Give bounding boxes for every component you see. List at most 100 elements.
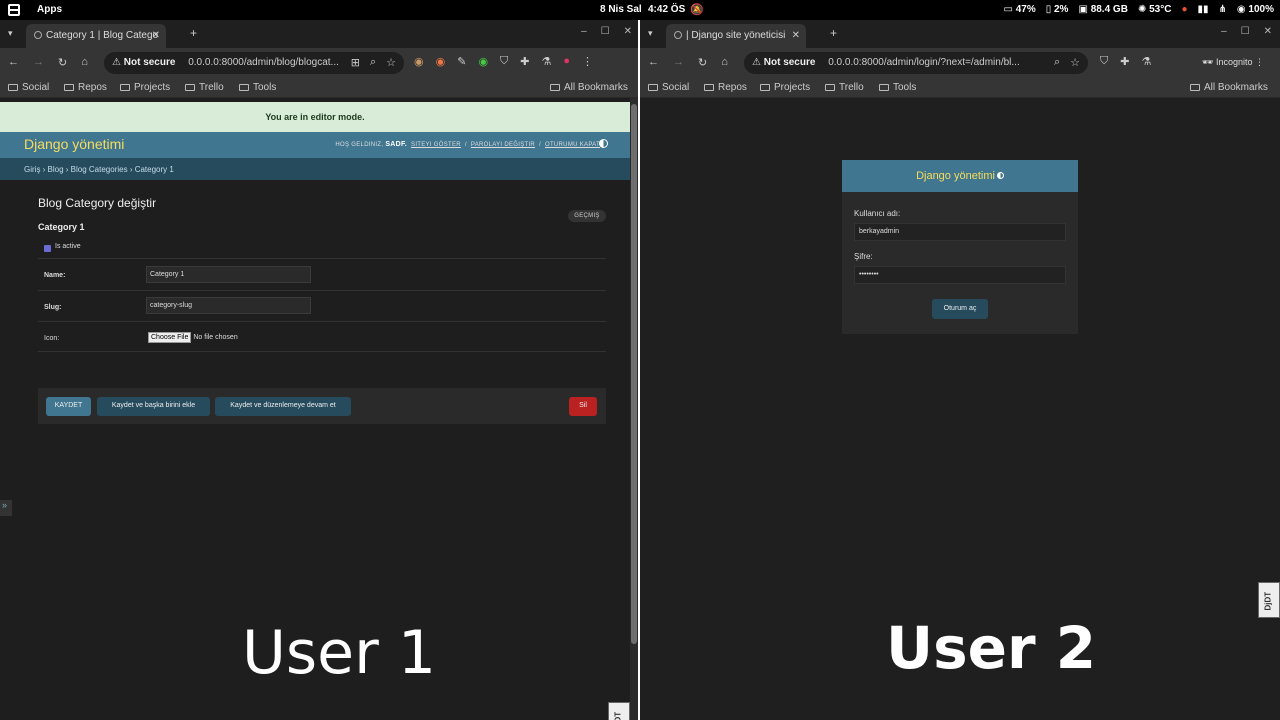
choose-file-button[interactable]: Choose File [148,332,192,343]
scrollbar-thumb[interactable] [631,104,637,644]
editor-mode-banner: You are in editor mode. [0,102,630,132]
bookmark-trello[interactable]: Trello [185,82,224,93]
icon-label: Icon: [44,335,60,342]
pen-icon[interactable]: ✎ [457,55,466,68]
volume-icon[interactable]: ◉ 100% [1237,4,1274,15]
history-button[interactable]: GEÇMIŞ [568,210,606,222]
puzzle-icon[interactable]: ✚ [520,55,529,68]
close-window-icon[interactable]: ✕ [1264,26,1272,37]
delete-button[interactable]: Sil [569,397,597,416]
zoom-icon[interactable]: ⌕ [1054,56,1060,69]
username-input[interactable]: berkayadmin [854,223,1066,241]
minimize-icon[interactable]: – [1221,26,1227,37]
url-text[interactable]: 0.0.0.0:8000/admin/login/?next=/admin/bl… [828,57,1020,68]
folder-icon [64,84,74,91]
lab-flask-icon[interactable]: ⚗ [1141,55,1151,68]
maximize-icon[interactable]: ☐ [1241,26,1250,37]
sidebar-toggle[interactable]: » [0,500,12,516]
url-text[interactable]: 0.0.0.0:8000/admin/blog/blogcat... [188,57,339,68]
bookmark-repos[interactable]: Repos [64,82,107,93]
reload-icon[interactable]: ↻ [58,56,67,69]
extension-2-icon[interactable]: ◉ [436,55,446,68]
signal-icon[interactable]: ▮▮ [1198,4,1209,15]
tab-strip: ▾ Category 1 | Blog Catego ✕ + – ☐ ✕ [0,20,640,48]
logout-link[interactable]: OTURUMU KAPAT [545,142,600,148]
not-secure-label[interactable]: Not secure [764,57,816,68]
microphone-icon[interactable]: ● [1181,4,1187,15]
apps-grid-icon[interactable] [8,4,20,16]
extension-3-icon[interactable]: ◉ [478,55,488,68]
close-window-icon[interactable]: ✕ [624,26,632,37]
bookmark-trello[interactable]: Trello [825,82,864,93]
profile-avatar-icon[interactable]: ● [563,55,570,68]
close-tab-icon[interactable]: ✕ [152,30,160,41]
browser-toolbar: ← → ↻ ⌂ ⚠ Not secure 0.0.0.0:8000/admin/… [640,48,1280,78]
address-bar[interactable]: ⚠ Not secure 0.0.0.0:8000/admin/login/?n… [744,52,1088,74]
extension-1-icon[interactable]: ◉ [414,55,424,68]
bookmark-social[interactable]: Social [648,82,689,93]
all-bookmarks[interactable]: All Bookmarks [550,82,628,93]
bookmark-repos[interactable]: Repos [704,82,747,93]
tab-search-chevron-icon[interactable]: ▾ [648,28,653,39]
theme-toggle-icon[interactable] [599,139,608,148]
bookmark-projects[interactable]: Projects [120,82,170,93]
active-tab[interactable]: Category 1 | Blog Catego ✕ [26,24,166,48]
save-and-add-another-button[interactable]: Kaydet ve başka birini ekle [97,397,210,416]
is-active-checkbox[interactable] [44,245,51,252]
new-tab-icon[interactable]: + [830,26,837,40]
theme-toggle-icon[interactable] [996,172,1004,179]
lab-flask-icon[interactable]: ⚗ [542,55,552,68]
reload-icon[interactable]: ↻ [698,56,707,69]
tab-search-chevron-icon[interactable]: ▾ [8,28,13,39]
shield-icon[interactable]: ⛉ [1100,55,1108,68]
forward-icon[interactable]: → [33,56,44,69]
window-controls: – ☐ ✕ [581,26,632,37]
debug-toolbar-handle[interactable]: DjDT [608,702,630,720]
all-bookmarks[interactable]: All Bookmarks [1190,82,1268,93]
password-input[interactable]: •••••••• [854,266,1066,284]
forward-icon[interactable]: → [673,56,684,69]
new-tab-icon[interactable]: + [190,26,197,40]
save-and-continue-button[interactable]: Kaydet ve düzenlemeye devam et [215,397,351,416]
incognito-indicator[interactable]: 🕶 Incognito ⋮ [1196,54,1270,72]
bookmark-tools[interactable]: Tools [239,82,276,93]
active-tab[interactable]: | Django site yöneticisi ✕ [666,24,806,48]
home-icon[interactable]: ⌂ [81,56,88,69]
warning-icon[interactable]: ⚠ [112,57,121,68]
login-button[interactable]: Oturum aç [932,299,988,319]
slug-input[interactable]: category-slug [146,297,311,314]
memory-icon: ▣ 88.4 GB [1078,4,1128,15]
warning-icon[interactable]: ⚠ [752,57,761,68]
zoom-icon[interactable]: ⌕ [370,56,376,69]
shield-icon[interactable]: ⛉ [500,55,508,68]
view-site-link[interactable]: SITEYI GÖSTER [411,142,461,148]
bookmark-tools[interactable]: Tools [879,82,916,93]
minimize-icon[interactable]: – [581,26,587,37]
bookmark-projects[interactable]: Projects [760,82,810,93]
vertical-scrollbar[interactable] [630,98,638,720]
site-brand[interactable]: Django yönetimi [24,136,124,152]
icon-file-input[interactable]: Choose File No file chosen [148,332,238,343]
breadcrumb[interactable]: Giriş › Blog › Blog Categories › Categor… [0,158,630,180]
change-password-link[interactable]: PAROLAYI DEĞIŞTIR [471,142,535,148]
globe-icon [674,31,682,39]
name-input[interactable]: Category 1 [146,266,311,283]
save-button[interactable]: KAYDET [46,397,91,416]
network-icon[interactable]: ⋔ [1219,4,1227,15]
home-icon[interactable]: ⌂ [721,56,728,69]
back-icon[interactable]: ← [648,56,659,69]
maximize-icon[interactable]: ☐ [601,26,610,37]
bookmark-social[interactable]: Social [8,82,49,93]
translate-icon[interactable]: ⊞ [351,56,360,69]
close-tab-icon[interactable]: ✕ [792,30,800,41]
debug-toolbar-handle[interactable]: DjDT [1258,582,1280,618]
puzzle-icon[interactable]: ✚ [1120,55,1129,68]
bookmark-star-icon[interactable]: ☆ [1070,56,1080,69]
bookmark-star-icon[interactable]: ☆ [386,56,396,69]
apps-menu-label[interactable]: Apps [37,4,62,15]
menu-kebab-icon[interactable]: ⋮ [582,55,593,68]
address-bar[interactable]: ⚠ Not secure 0.0.0.0:8000/admin/blog/blo… [104,52,404,74]
not-secure-label[interactable]: Not secure [124,57,176,68]
bell-off-icon[interactable]: 🔕 [690,3,704,16]
back-icon[interactable]: ← [8,56,19,69]
